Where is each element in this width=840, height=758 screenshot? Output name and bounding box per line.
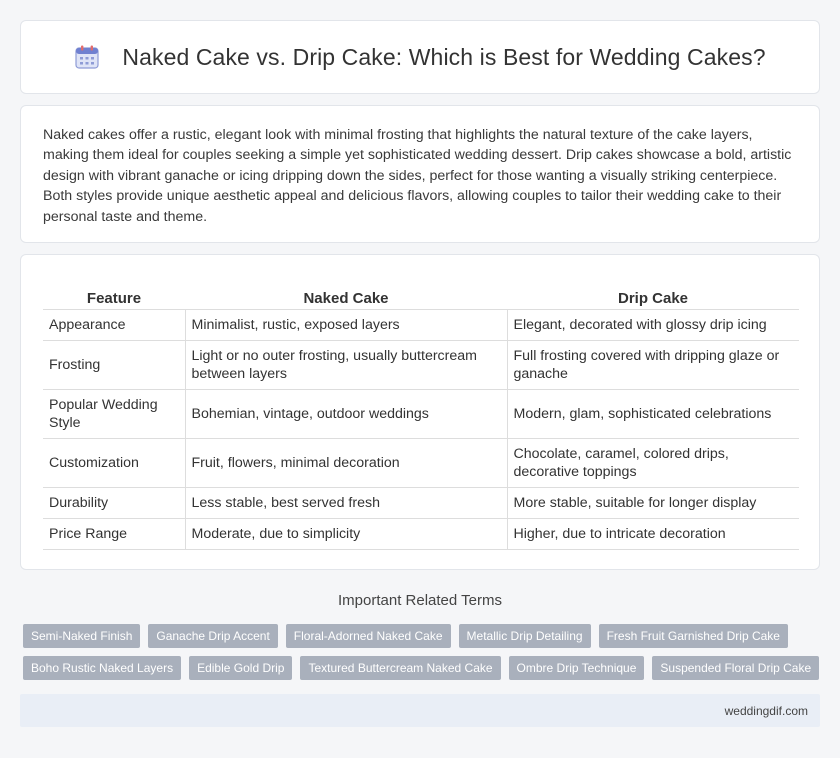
header-naked-cake: Naked Cake (185, 285, 507, 310)
intro-paragraph: Naked cakes offer a rustic, elegant look… (43, 127, 792, 225)
tag-boho-rustic-naked-layers[interactable]: Boho Rustic Naked Layers (23, 656, 182, 680)
tag-fresh-fruit-garnished-drip-cake[interactable]: Fresh Fruit Garnished Drip Cake (598, 624, 788, 648)
tag-suspended-floral-drip-cake[interactable]: Suspended Floral Drip Cake (652, 656, 820, 680)
related-tags: Semi-Naked Finish Ganache Drip Accent Fl… (23, 624, 823, 680)
cell-feature: Customization (43, 438, 186, 488)
header-drip-cake: Drip Cake (507, 285, 799, 310)
title-wrap: Naked Cake vs. Drip Cake: Which is Best … (74, 43, 766, 71)
cell-naked: Light or no outer frosting, usually butt… (185, 340, 508, 390)
table-header-row: Feature Naked Cake Drip Cake (43, 285, 799, 310)
tag-edible-gold-drip[interactable]: Edible Gold Drip (189, 656, 293, 680)
tag-floral-adorned-naked-cake[interactable]: Floral-Adorned Naked Cake (285, 624, 451, 648)
table-row: Price Range Moderate, due to simplicity … (43, 518, 799, 550)
table-row: Durability Less stable, best served fres… (43, 487, 799, 519)
tag-textured-buttercream-naked-cake[interactable]: Textured Buttercream Naked Cake (300, 656, 501, 680)
cell-drip: Elegant, decorated with glossy drip icin… (507, 309, 799, 341)
related-terms-title: Important Related Terms (338, 592, 502, 609)
intro-card: Naked cakes offer a rustic, elegant look… (20, 105, 820, 243)
cell-naked: Minimalist, rustic, exposed layers (185, 309, 508, 341)
tag-semi-naked-finish[interactable]: Semi-Naked Finish (23, 624, 141, 648)
cell-naked: Bohemian, vintage, outdoor weddings (185, 389, 508, 439)
cell-feature: Appearance (43, 309, 186, 341)
table-row: Frosting Light or no outer frosting, usu… (43, 340, 799, 390)
tag-metallic-drip-detailing[interactable]: Metallic Drip Detailing (458, 624, 591, 648)
cell-drip: More stable, suitable for longer display (507, 487, 799, 519)
tag-ganache-drip-accent[interactable]: Ganache Drip Accent (148, 624, 278, 648)
related-terms-section: Important Related Terms Semi-Naked Finis… (0, 592, 840, 680)
cell-drip: Full frosting covered with dripping glaz… (507, 340, 799, 390)
cell-naked: Fruit, flowers, minimal decoration (185, 438, 508, 488)
calendar-icon (75, 45, 99, 69)
cell-naked: Moderate, due to simplicity (185, 518, 508, 550)
table-row: Customization Fruit, flowers, minimal de… (43, 438, 799, 488)
header-card: Naked Cake vs. Drip Cake: Which is Best … (20, 20, 820, 94)
page-title: Naked Cake vs. Drip Cake: Which is Best … (122, 43, 766, 70)
tag-ombre-drip-technique[interactable]: Ombre Drip Technique (508, 656, 645, 680)
comparison-card: Feature Naked Cake Drip Cake Appearance … (20, 254, 820, 570)
footer: weddingdif.com (20, 694, 820, 727)
table-row: Appearance Minimalist, rustic, exposed l… (43, 309, 799, 341)
cell-drip: Chocolate, caramel, colored drips, decor… (507, 438, 799, 488)
cell-feature: Popular Wedding Style (43, 389, 186, 439)
cell-feature: Price Range (43, 518, 186, 550)
table-row: Popular Wedding Style Bohemian, vintage,… (43, 389, 799, 439)
cell-feature: Durability (43, 487, 186, 519)
header-feature: Feature (43, 285, 185, 310)
footer-site-link[interactable]: weddingdif.com (725, 704, 808, 718)
cell-feature: Frosting (43, 340, 186, 390)
comparison-table: Feature Naked Cake Drip Cake Appearance … (43, 285, 799, 550)
cell-naked: Less stable, best served fresh (185, 487, 508, 519)
cell-drip: Higher, due to intricate decoration (507, 518, 799, 550)
cell-drip: Modern, glam, sophisticated celebrations (507, 389, 799, 439)
